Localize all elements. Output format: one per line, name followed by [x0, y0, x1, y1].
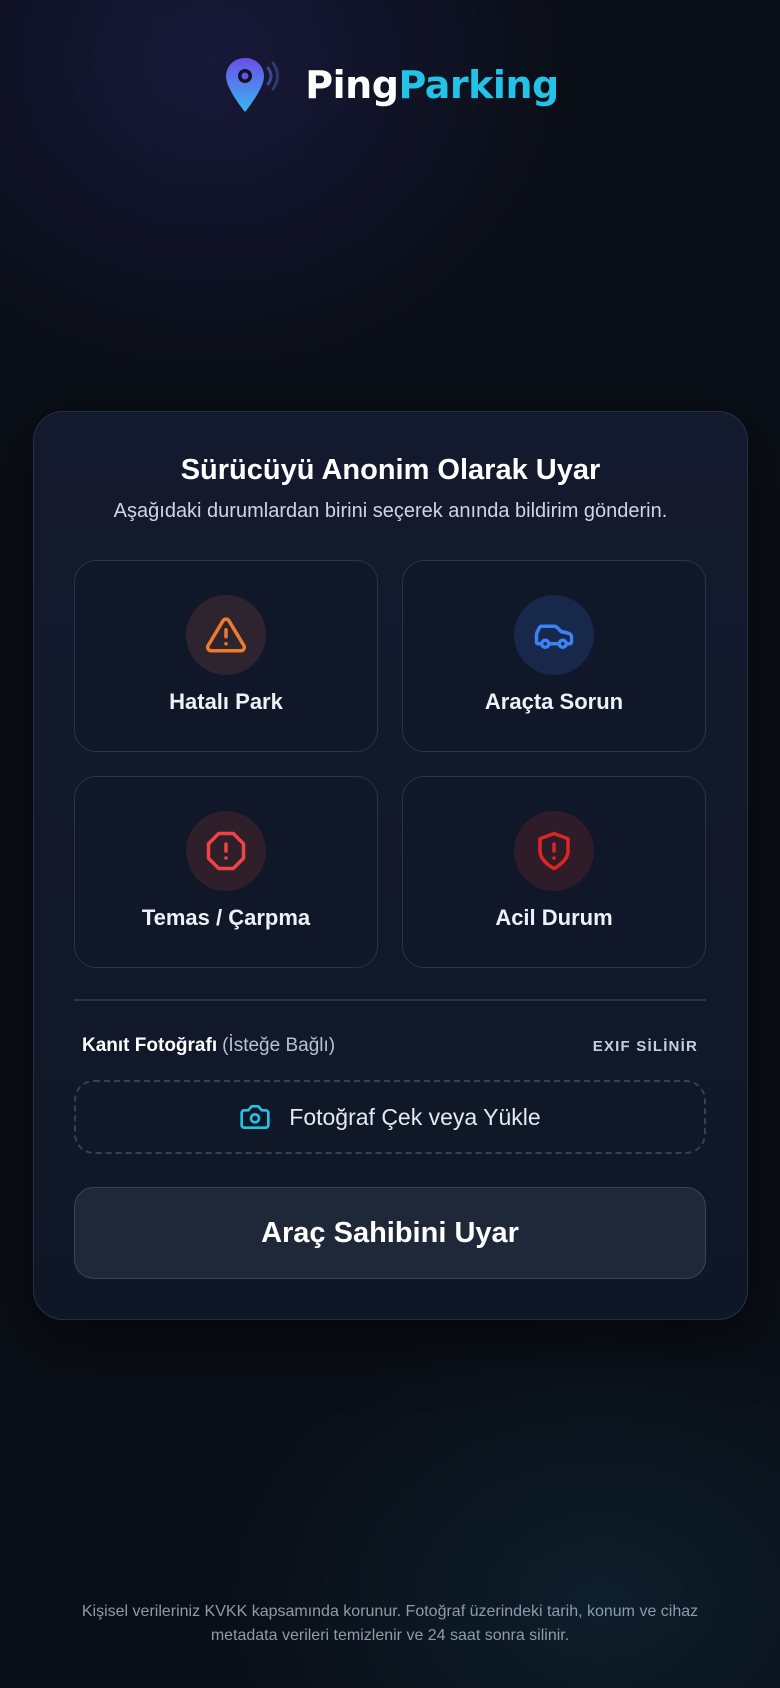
report-card: Sürücüyü Anonim Olarak Uyar Aşağıdaki du… [33, 411, 748, 1320]
privacy-footer: Kişisel verileriniz KVKK kapsamında koru… [81, 1603, 699, 1644]
option-label: Hatalı Park [169, 689, 283, 714]
option-label: Temas / Çarpma [141, 905, 311, 930]
exif-note: EXIF SİLİNİR [592, 1037, 698, 1055]
warning-triangle-icon [205, 617, 247, 653]
camera-icon [240, 1105, 270, 1129]
evidence-optional-label: (İsteğe Bağlı) [222, 1035, 336, 1056]
card-title: Sürücüyü Anonim Olarak Uyar [180, 454, 601, 486]
option-aracta-sorun[interactable]: Araçta Sorun [402, 560, 706, 752]
option-icon-circle [186, 811, 266, 891]
evidence-title-group: Kanıt Fotoğrafı (İsteğe Bağlı) [82, 1035, 335, 1057]
card-subtitle: Aşağıdaki durumlardan birini seçerek anı… [113, 500, 668, 522]
option-label: Acil Durum [495, 905, 613, 930]
photo-upload-button[interactable]: Fotoğraf Çek veya Yükle [74, 1080, 706, 1154]
evidence-header: Kanıt Fotoğrafı (İsteğe Bağlı) EXIF SİLİN… [82, 1033, 698, 1059]
option-label: Araçta Sorun [484, 689, 624, 714]
option-temas-carpma[interactable]: Temas / Çarpma [74, 776, 378, 968]
submit-button[interactable]: Araç Sahibini Uyar [74, 1187, 706, 1279]
brand-name-part2: Parking [398, 63, 559, 107]
octagon-alert-icon [206, 831, 246, 871]
brand-header: PingParking [0, 54, 780, 116]
option-icon-circle [514, 595, 594, 675]
brand-wordmark: PingParking [305, 63, 559, 107]
evidence-title: Kanıt Fotoğrafı [82, 1035, 218, 1056]
option-icon-circle [186, 595, 266, 675]
shield-alert-icon [538, 831, 570, 871]
map-pin-signal-icon [226, 58, 280, 112]
option-icon-circle [514, 811, 594, 891]
option-hatali-park[interactable]: Hatalı Park [74, 560, 378, 752]
car-icon [534, 624, 574, 649]
divider [74, 999, 706, 1001]
upload-label: Fotoğraf Çek veya Yükle [289, 1103, 541, 1130]
option-acil-durum[interactable]: Acil Durum [402, 776, 706, 968]
brand-name-part1: Ping [305, 63, 399, 107]
